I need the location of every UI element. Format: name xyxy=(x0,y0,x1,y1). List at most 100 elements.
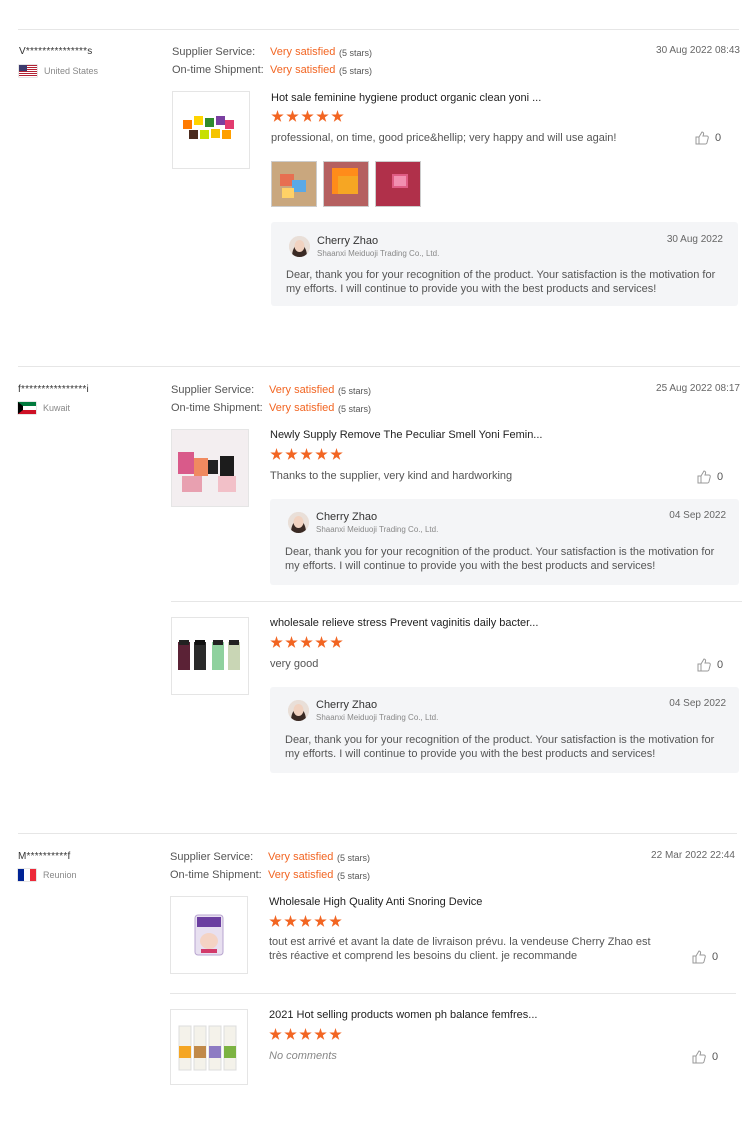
divider xyxy=(170,993,736,994)
reply-date: 30 Aug 2022 xyxy=(666,234,723,245)
like-button[interactable]: 0 xyxy=(697,658,723,672)
like-count: 0 xyxy=(717,471,724,483)
supplier-reply: Cherry Zhao Shaanxi Meiduoji Trading Co.… xyxy=(270,687,739,773)
star-icon xyxy=(331,110,344,122)
star-icon xyxy=(314,915,327,927)
product-title[interactable]: wholesale relieve stress Prevent vaginit… xyxy=(270,617,538,629)
buyer-name: M**********f xyxy=(18,851,71,862)
reply-text: Dear, thank you for your recognition of … xyxy=(286,269,716,295)
thumbs-up-icon xyxy=(692,1050,706,1064)
supplier-service-stars: (5 stars) xyxy=(338,386,372,396)
star-icon xyxy=(269,915,282,927)
product-title[interactable]: Newly Supply Remove The Peculiar Smell Y… xyxy=(270,429,542,441)
ontime-shipment-rating: Very satisfied xyxy=(269,402,335,414)
star-icon xyxy=(270,636,283,648)
review-photo[interactable] xyxy=(323,161,369,207)
ontime-shipment-rating: Very satisfied xyxy=(270,64,336,76)
avatar xyxy=(288,700,309,721)
supplier-service-label: Supplier Service: xyxy=(172,46,256,58)
country-label: Reunion xyxy=(43,870,77,880)
like-button[interactable]: 0 xyxy=(692,1050,718,1064)
star-icon xyxy=(330,448,343,460)
thumbs-up-icon xyxy=(697,470,711,484)
supplier-service-stars: (5 stars) xyxy=(339,48,373,58)
thumbs-up-icon xyxy=(695,131,709,145)
product-thumbnail[interactable] xyxy=(170,896,248,974)
ontime-shipment-rating: Very satisfied xyxy=(268,869,334,881)
flag-reunion-icon xyxy=(18,869,36,881)
rating-stars xyxy=(269,915,342,928)
product-thumbnail[interactable] xyxy=(171,429,249,507)
reply-company: Shaanxi Meiduoji Trading Co., Ltd. xyxy=(317,249,440,258)
reply-author: Cherry Zhao xyxy=(316,511,378,523)
avatar xyxy=(289,236,310,257)
buyer-country: Reunion xyxy=(18,869,77,881)
star-icon xyxy=(285,448,298,460)
star-icon xyxy=(300,636,313,648)
divider xyxy=(171,601,742,602)
supplier-service-stars: (5 stars) xyxy=(337,853,371,863)
review-comment: Thanks to the supplier, very kind and ha… xyxy=(270,470,513,482)
ontime-shipment-label: On-time Shipment: xyxy=(172,64,264,76)
country-label: United States xyxy=(44,66,99,76)
star-icon xyxy=(301,110,314,122)
like-button[interactable]: 0 xyxy=(692,950,718,964)
reply-text: Dear, thank you for your recognition of … xyxy=(285,734,715,760)
buyer-name: V***************s xyxy=(19,46,93,57)
review-date: 30 Aug 2022 08:43 xyxy=(656,45,740,56)
like-count: 0 xyxy=(712,951,719,963)
star-icon xyxy=(315,448,328,460)
ontime-shipment-label: On-time Shipment: xyxy=(170,869,262,881)
country-label: Kuwait xyxy=(43,403,71,413)
star-icon xyxy=(299,915,312,927)
reply-author: Cherry Zhao xyxy=(317,235,379,247)
ontime-shipment-stars: (5 stars) xyxy=(337,871,371,881)
supplier-service-label: Supplier Service: xyxy=(171,384,255,396)
reply-date: 04 Sep 2022 xyxy=(669,698,726,709)
supplier-service-label: Supplier Service: xyxy=(170,851,254,863)
star-icon xyxy=(329,915,342,927)
like-count: 0 xyxy=(715,132,722,144)
rating-stars xyxy=(269,1028,342,1041)
supplier-service-rating: Very satisfied xyxy=(268,851,334,863)
reply-author: Cherry Zhao xyxy=(316,699,378,711)
supplier-service-rating: Very satisfied xyxy=(270,46,336,58)
thumbs-up-icon xyxy=(697,658,711,672)
product-thumbnail[interactable] xyxy=(172,91,250,169)
product-title[interactable]: Wholesale High Quality Anti Snoring Devi… xyxy=(269,896,482,908)
rating-stars xyxy=(270,448,343,461)
product-title[interactable]: 2021 Hot selling products women ph balan… xyxy=(269,1009,537,1021)
ontime-shipment-stars: (5 stars) xyxy=(338,404,372,414)
star-icon xyxy=(284,915,297,927)
product-title[interactable]: Hot sale feminine hygiene product organi… xyxy=(271,92,541,104)
review-comment: No comments xyxy=(269,1050,337,1062)
ontime-shipment-stars: (5 stars) xyxy=(339,66,373,76)
like-count: 0 xyxy=(717,659,724,671)
star-icon xyxy=(269,1028,282,1040)
thumbs-up-icon xyxy=(692,950,706,964)
reply-company: Shaanxi Meiduoji Trading Co., Ltd. xyxy=(316,525,439,534)
like-button[interactable]: 0 xyxy=(695,131,721,145)
star-icon xyxy=(300,448,313,460)
star-icon xyxy=(315,636,328,648)
review-comment: professional, on time, good price&hellip… xyxy=(271,132,617,144)
review-comment: tout est arrivé et avant la date de livr… xyxy=(269,936,651,962)
review-photo[interactable] xyxy=(271,161,317,207)
star-icon xyxy=(316,110,329,122)
supplier-service-rating: Very satisfied xyxy=(269,384,335,396)
divider xyxy=(18,833,737,834)
ontime-shipment-label: On-time Shipment: xyxy=(171,402,263,414)
avatar xyxy=(288,512,309,533)
star-icon xyxy=(284,1028,297,1040)
star-icon xyxy=(285,636,298,648)
reply-text: Dear, thank you for your recognition of … xyxy=(285,546,715,572)
product-thumbnail[interactable] xyxy=(171,617,249,695)
review-date: 25 Aug 2022 08:17 xyxy=(656,383,740,394)
review-photo[interactable] xyxy=(375,161,421,207)
product-thumbnail[interactable] xyxy=(170,1009,248,1085)
reply-company: Shaanxi Meiduoji Trading Co., Ltd. xyxy=(316,713,439,722)
rating-stars xyxy=(271,110,344,123)
like-button[interactable]: 0 xyxy=(697,470,723,484)
review-comment: very good xyxy=(270,658,319,670)
rating-stars xyxy=(270,636,343,649)
